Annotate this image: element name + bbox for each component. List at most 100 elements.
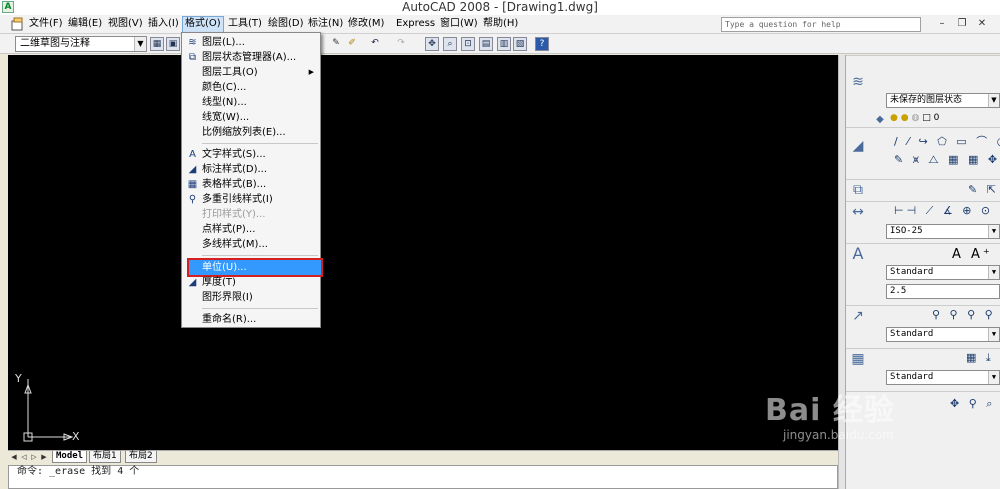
- minimize-icon[interactable]: –: [935, 16, 949, 32]
- undo-icon[interactable]: ↶: [368, 37, 382, 51]
- table-style-select[interactable]: Standard ▼: [886, 370, 1000, 385]
- menu-item-layer-tools[interactable]: 图层工具(O) ▶: [183, 65, 319, 80]
- menu-item-text-style[interactable]: A 文字样式(S)...: [183, 147, 319, 162]
- autocad-window: A AutoCAD 2008 - [Drawing1.dwg] 文件(F) 编辑…: [0, 0, 1000, 489]
- menu-item-point-style[interactable]: 点样式(P)...: [183, 222, 319, 237]
- prev-tab-icon[interactable]: ◁: [20, 452, 28, 462]
- menu-separator: [202, 308, 318, 309]
- drawing-area[interactable]: Y X: [8, 55, 838, 450]
- baidu-watermark: Bai 经验 jingyan.baidu.com: [765, 394, 965, 464]
- tab-layout1[interactable]: 布局1: [89, 451, 121, 463]
- mleader-style-select[interactable]: Standard ▼: [886, 327, 1000, 342]
- next-tab-icon[interactable]: ▷: [30, 452, 38, 462]
- watermark-brand: Bai 经验: [765, 393, 895, 428]
- pan-icon[interactable]: ✥: [425, 37, 439, 51]
- menu-item-units[interactable]: 单位(U)...: [187, 258, 323, 277]
- mleader-tools-row[interactable]: ⚲ ⚲ ⚲ ⚲: [932, 307, 996, 323]
- menu-view[interactable]: 视图(V): [106, 16, 145, 33]
- draw-tools-row1[interactable]: / ⁄ ↪ ⬠ ▭ ⌒ ○: [894, 134, 1000, 150]
- color-swatch-icon: □: [922, 113, 931, 123]
- last-tab-icon[interactable]: ▶: [40, 452, 48, 462]
- menu-help[interactable]: 帮助(H): [481, 16, 520, 33]
- menu-item-table-style[interactable]: ▦ 表格样式(B)...: [183, 177, 319, 192]
- menu-dimension[interactable]: 标注(N): [306, 16, 345, 33]
- first-tab-icon[interactable]: ◀: [10, 452, 18, 462]
- menu-item-lineweight[interactable]: 线宽(W)...: [183, 110, 319, 125]
- menu-format[interactable]: 格式(O): [182, 16, 224, 33]
- menu-item-limits[interactable]: 图形界限(I): [183, 290, 319, 305]
- draw-tools-row2[interactable]: ✎ ⩙ ⧍ ▦ ▦ ✥ ↔: [894, 152, 1000, 168]
- layer-state-icon: ⧉: [188, 52, 197, 63]
- chevron-down-icon: ▼: [988, 94, 999, 107]
- menu-tools[interactable]: 工具(T): [226, 16, 264, 33]
- table-panel-icon: ▦: [851, 351, 865, 367]
- title-bar: A AutoCAD 2008 - [Drawing1.dwg]: [0, 0, 1000, 15]
- mleader-panel-icon: ↗: [852, 308, 864, 324]
- design-center-icon[interactable]: ▥: [497, 37, 511, 51]
- menu-modify[interactable]: 修改(M): [346, 16, 386, 33]
- dim-style-select[interactable]: ISO-25 ▼: [886, 224, 1000, 239]
- dim-style-icon: ◢: [188, 164, 197, 175]
- workspace-value: 二维草图与注释: [20, 38, 90, 49]
- command-line[interactable]: 命令: _erase 找到 4 个: [8, 465, 838, 489]
- menu-edit[interactable]: 编辑(E): [66, 16, 104, 33]
- menu-draw[interactable]: 绘图(D): [266, 16, 306, 33]
- menu-file[interactable]: 文件(F): [27, 16, 65, 33]
- menu-item-layer-state[interactable]: ⧉ 图层状态管理器(A)...: [183, 50, 319, 65]
- table-tools-row[interactable]: ▦ ⤓: [966, 350, 994, 366]
- menu-item-mleader-style[interactable]: ⚲ 多重引线样式(I): [183, 192, 319, 207]
- dimension-tools-row[interactable]: ⊢⊣ ⟋ ∡ ⊕ ⊙: [894, 203, 993, 219]
- dim-style-value: ISO-25: [890, 226, 923, 236]
- modify-section: ⧉ ✎ ⇱: [846, 179, 1000, 198]
- dimension-panel-icon: ↔: [852, 204, 864, 220]
- menu-insert[interactable]: 插入(I): [146, 16, 181, 33]
- chevron-down-icon: ▼: [988, 371, 999, 384]
- match-properties-icon[interactable]: ✎: [329, 37, 343, 51]
- layer-state-select[interactable]: 未保存的图层状态 ▼: [886, 93, 1000, 108]
- properties-icon[interactable]: ▤: [479, 37, 493, 51]
- tab-model[interactable]: Model: [52, 451, 88, 463]
- workspace-select[interactable]: 二维草图与注释 ▼: [15, 36, 147, 52]
- modify-panel-icon: ⧉: [853, 182, 863, 198]
- tab-layout2[interactable]: 布局2: [125, 451, 157, 463]
- text-height-input[interactable]: 2.5: [886, 284, 1000, 299]
- text-section: A A A⁺ Standard ▼ 2.5: [846, 243, 1000, 303]
- modify-tools-row[interactable]: ✎ ⇱: [968, 182, 999, 198]
- menu-item-layer[interactable]: ≋ 图层(L)...: [183, 35, 319, 50]
- ucs-x-label: X: [72, 430, 80, 443]
- close-icon[interactable]: ✕: [975, 16, 989, 32]
- document-menu-icon[interactable]: [10, 17, 24, 31]
- workspace-save-icon[interactable]: ▣: [166, 37, 180, 51]
- help-search-input[interactable]: Type a question for help: [721, 17, 921, 32]
- menu-item-linetype[interactable]: 线型(N)...: [183, 95, 319, 110]
- layers-section: ≋ 未保存的图层状态 ▼ ◆ ● ● ◍ □ 0: [846, 55, 1000, 125]
- menu-separator: [202, 143, 318, 144]
- menu-item-dim-style[interactable]: ◢ 标注样式(D)...: [183, 162, 319, 177]
- help-icon[interactable]: ?: [535, 37, 549, 51]
- calculator-icon[interactable]: ▧: [513, 37, 527, 51]
- menu-express[interactable]: Express: [394, 16, 437, 33]
- brush-icon[interactable]: ✐: [345, 37, 359, 51]
- text-style-value: Standard: [890, 267, 934, 277]
- redo-icon[interactable]: ↷: [394, 37, 408, 51]
- submenu-arrow-icon: ▶: [308, 68, 314, 76]
- chevron-down-icon: ▼: [988, 328, 999, 341]
- menu-item-mline-style[interactable]: 多线样式(M)...: [183, 237, 319, 252]
- menu-item-rename[interactable]: 重命名(R)...: [183, 312, 319, 327]
- menu-item-color[interactable]: 颜色(C)...: [183, 80, 319, 95]
- restore-icon[interactable]: ❐: [955, 16, 969, 32]
- mleader-style-icon: ⚲: [188, 194, 197, 205]
- table-style-value: Standard: [890, 372, 934, 382]
- chevron-down-icon: ▼: [988, 266, 999, 279]
- layer-select[interactable]: ● ● ◍ □ 0: [886, 112, 1000, 127]
- zoom-realtime-icon[interactable]: ⌕: [443, 37, 457, 51]
- lightbulb-icon: ●: [890, 113, 898, 123]
- menu-item-thickness[interactable]: ◢ 厚度(T): [183, 275, 319, 290]
- workspace-settings-icon[interactable]: ▦: [150, 37, 164, 51]
- layers-icon: ≋: [852, 74, 864, 90]
- zoom-window-icon[interactable]: ⊡: [461, 37, 475, 51]
- menu-item-scale-list[interactable]: 比例缩放列表(E)...: [183, 125, 319, 140]
- menu-window[interactable]: 窗口(W): [438, 16, 480, 33]
- text-tools-row[interactable]: A A⁺: [952, 247, 993, 263]
- text-style-select[interactable]: Standard ▼: [886, 265, 1000, 280]
